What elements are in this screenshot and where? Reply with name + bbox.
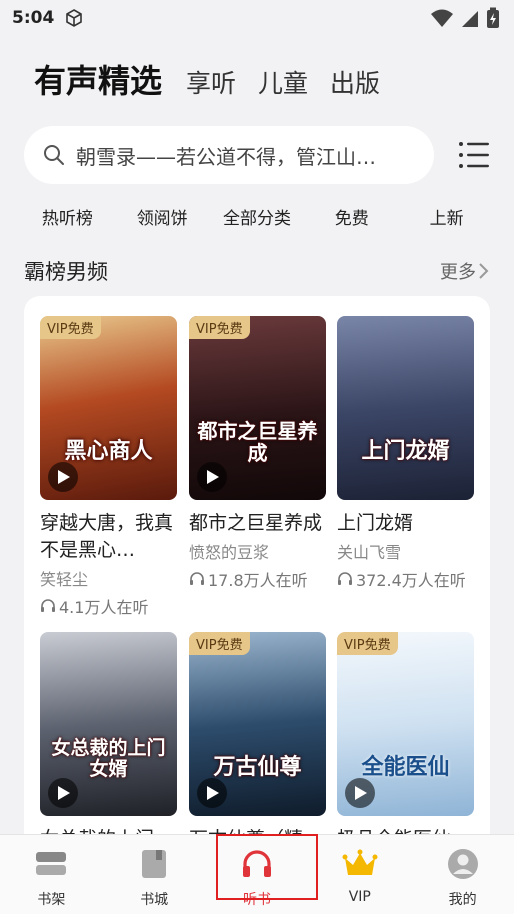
books-panel: VIP免费 黑心商人 穿越大唐，我真不是黑心… 笑轻尘 4.1万人在听 VIP免…: [24, 296, 490, 856]
crown-icon: [342, 849, 378, 875]
book-author: 愤怒的豆浆: [189, 543, 270, 562]
play-icon: [207, 470, 219, 484]
play-icon: [207, 786, 219, 800]
status-bar: 5:04: [0, 0, 514, 36]
book-card[interactable]: VIP免费 全能医仙 极品全能医仙: [337, 632, 477, 853]
listen-count: 4.1万人在听: [40, 594, 180, 618]
quick-link-hot-list[interactable]: 热听榜: [20, 204, 115, 229]
book-cover[interactable]: 女总裁的上门女婿: [40, 632, 177, 816]
listen-count: 372.4万人在听: [337, 567, 477, 591]
battery-icon: [487, 7, 499, 28]
nav-label: 书城: [140, 892, 169, 908]
nav-profile[interactable]: 我的: [411, 835, 514, 914]
more-label: 更多: [440, 262, 476, 283]
book-cover[interactable]: VIP免费 都市之巨星养成: [189, 316, 326, 500]
book-title: 上门龙婿: [337, 512, 414, 534]
bookstore-icon: [142, 850, 167, 878]
search-icon: [44, 145, 64, 165]
book-card[interactable]: VIP免费 都市之巨星养成 都市之巨星养成 愤怒的豆浆 17.8万人在听: [189, 316, 329, 591]
section-title: 霸榜男频: [24, 260, 108, 284]
listen-count-text: 17.8万人在听: [208, 571, 308, 590]
quick-links: 热听榜 领阅饼 全部分类 免费 上新: [20, 204, 494, 229]
cover-title: 万古仙尊: [213, 754, 302, 780]
chevron-right-icon: [479, 263, 489, 279]
book-card[interactable]: 女总裁的上门女婿 女总裁的上门女…: [40, 632, 180, 856]
cover-title: 黑心商人: [64, 438, 153, 464]
quick-link-free[interactable]: 免费: [304, 204, 399, 229]
book-cover[interactable]: VIP免费 万古仙尊: [189, 632, 326, 816]
vip-badge: VIP免费: [189, 632, 250, 655]
nav-vip[interactable]: VIP: [308, 835, 411, 914]
quick-link-all-categories[interactable]: 全部分类: [210, 204, 305, 229]
search-hint: 朝雪录——若公道不得，管江山…: [76, 144, 376, 169]
profile-icon: [447, 849, 478, 879]
nav-label: 书架: [37, 892, 66, 908]
listen-count: 17.8万人在听: [189, 567, 329, 591]
section-header: 霸榜男频 更多: [24, 254, 490, 288]
menu-icon[interactable]: [458, 140, 490, 170]
play-button[interactable]: [197, 778, 227, 808]
cover-title: 女总裁的上门女婿: [51, 737, 166, 781]
signal-icon: [462, 11, 478, 27]
cover-title: 都市之巨星养成: [197, 419, 318, 465]
vip-badge: VIP免费: [189, 316, 250, 339]
play-icon: [58, 786, 70, 800]
book-card[interactable]: VIP免费 万古仙尊 万古仙尊（精…: [189, 632, 329, 853]
tab-publishing[interactable]: 出版: [330, 64, 380, 100]
book-cover[interactable]: 上门龙婿: [337, 316, 474, 500]
wifi-icon: [431, 9, 453, 27]
book-author: 关山飞雪: [337, 543, 402, 562]
headphones-icon: [338, 572, 352, 585]
book-author: 笑轻尘: [40, 570, 89, 589]
play-button[interactable]: [48, 462, 78, 492]
cube-icon: [66, 9, 83, 27]
vip-badge: VIP免费: [40, 316, 101, 339]
bookshelf-icon: [36, 852, 67, 875]
play-icon: [355, 786, 367, 800]
book-title: 穿越大唐，我真不是黑心…: [40, 512, 174, 561]
quick-link-new[interactable]: 上新: [399, 204, 494, 229]
book-card[interactable]: VIP免费 黑心商人 穿越大唐，我真不是黑心… 笑轻尘 4.1万人在听: [40, 316, 180, 618]
listen-count-text: 372.4万人在听: [356, 571, 466, 590]
nav-label: VIP: [348, 889, 371, 905]
book-title: 都市之巨星养成: [189, 512, 323, 534]
headphones-icon: [41, 599, 55, 612]
tab-children[interactable]: 儿童: [258, 64, 308, 100]
cover-title: 全能医仙: [361, 754, 450, 780]
selection-highlight: [216, 834, 318, 900]
cover-title: 上门龙婿: [361, 438, 450, 464]
nav-bookshelf[interactable]: 书架: [0, 835, 103, 914]
cover-art: [337, 316, 474, 500]
play-button[interactable]: [345, 778, 375, 808]
status-time: 5:04: [12, 8, 55, 28]
play-button[interactable]: [197, 462, 227, 492]
listen-count-text: 4.1万人在听: [59, 598, 149, 617]
quick-link-claim-cookie[interactable]: 领阅饼: [115, 204, 210, 229]
category-tabs: 有声精选 享听 儿童 出版: [34, 56, 402, 102]
play-button[interactable]: [48, 778, 78, 808]
headphones-icon: [190, 572, 204, 585]
more-link[interactable]: 更多: [440, 258, 490, 284]
tab-enjoy-listening[interactable]: 享听: [186, 64, 236, 100]
book-cover[interactable]: VIP免费 全能医仙: [337, 632, 474, 816]
nav-bookstore[interactable]: 书城: [103, 835, 206, 914]
search-bar[interactable]: 朝雪录——若公道不得，管江山…: [24, 126, 434, 184]
nav-label: 我的: [448, 892, 477, 908]
book-card[interactable]: 上门龙婿 上门龙婿 关山飞雪 372.4万人在听: [337, 316, 477, 591]
vip-badge: VIP免费: [337, 632, 398, 655]
book-cover[interactable]: VIP免费 黑心商人: [40, 316, 177, 500]
play-icon: [58, 470, 70, 484]
tab-featured-audio[interactable]: 有声精选: [34, 56, 162, 102]
